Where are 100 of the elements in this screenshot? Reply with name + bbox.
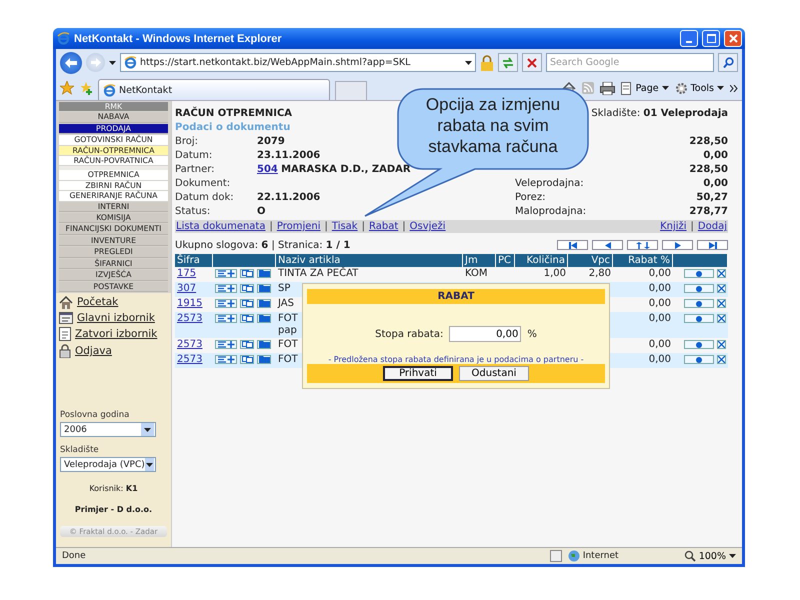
link-separator: | <box>269 221 273 232</box>
folder-button[interactable] <box>257 340 271 349</box>
action-link[interactable]: Dodaj <box>698 221 727 232</box>
folder-icon <box>258 300 270 307</box>
delete-button[interactable] <box>717 314 726 323</box>
action-link[interactable]: Lista dokumenata <box>176 221 266 232</box>
year-select[interactable]: 2006 <box>60 422 156 437</box>
select-row-button[interactable] <box>684 269 714 278</box>
folder-button[interactable] <box>257 314 271 323</box>
folder-button[interactable] <box>257 299 271 308</box>
field-value: 228,50 <box>689 136 728 146</box>
add-line-button[interactable] <box>215 355 237 364</box>
tools-menu[interactable]: Tools <box>674 82 724 94</box>
field-value: 50,27 <box>696 192 728 202</box>
address-field[interactable]: https://start.netkontakt.biz/WebAppMain.shtml?app=SKL <box>120 53 476 72</box>
star-icon[interactable] <box>60 81 74 95</box>
next-page-button[interactable] <box>662 240 693 250</box>
select-row-button[interactable] <box>684 299 714 308</box>
dot-icon <box>696 342 702 348</box>
page-menu[interactable]: Page <box>620 82 669 94</box>
back-button[interactable] <box>60 52 82 74</box>
folder-button[interactable] <box>257 355 271 364</box>
chevron-icon[interactable] <box>730 84 738 92</box>
action-link[interactable]: Knjiži <box>660 221 687 232</box>
delete-button[interactable] <box>717 299 726 308</box>
sidebar-link[interactable]: Zatvori izbornik <box>59 326 168 341</box>
select-row-button[interactable] <box>684 340 714 349</box>
sort-button[interactable] <box>627 240 658 250</box>
dot-icon <box>696 300 702 306</box>
dialog-button[interactable]: Prihvati <box>383 366 453 381</box>
add-line-button[interactable] <box>215 284 237 293</box>
delete-button[interactable] <box>717 284 726 293</box>
field-label: Stopa rabata: <box>375 328 444 340</box>
search-field[interactable]: Search Google <box>546 53 714 72</box>
dialog-button[interactable]: Odustani <box>459 366 529 381</box>
list-plus-icon <box>217 285 235 292</box>
select-row-button[interactable] <box>684 355 714 364</box>
select-row-button[interactable] <box>684 284 714 293</box>
add-favorite-icon[interactable] <box>79 81 93 95</box>
item-code-link[interactable]: 175 <box>177 268 196 280</box>
item-code-link[interactable]: 2573 <box>177 339 202 351</box>
copy-icon <box>242 315 252 322</box>
zoom-button[interactable]: 100% <box>684 550 736 562</box>
link-separator: | <box>402 221 406 232</box>
document-icon <box>59 326 71 341</box>
left-triangle-icon <box>602 242 612 248</box>
sidebar-link[interactable]: Početak <box>59 296 168 309</box>
table-cell-text: TINTA ZA PEČAT <box>277 267 360 281</box>
field-label: Skladište <box>60 445 100 455</box>
browser-tab[interactable]: NetKontakt <box>98 79 330 100</box>
minimize-button[interactable] <box>680 30 698 47</box>
select-row-button[interactable] <box>684 314 714 323</box>
warehouse-select[interactable]: Veleprodaja (VPC) <box>60 457 156 472</box>
add-line-button[interactable] <box>215 340 237 349</box>
printer-icon[interactable] <box>600 82 615 94</box>
sidebar-link[interactable]: Odjava <box>59 344 168 358</box>
copy-button[interactable] <box>240 355 254 364</box>
refresh-button[interactable] <box>498 53 518 72</box>
field-value: O <box>257 206 266 216</box>
search-icon <box>722 57 734 68</box>
stop-button[interactable] <box>522 53 542 72</box>
copy-button[interactable] <box>240 269 254 278</box>
copy-button[interactable] <box>240 284 254 293</box>
previous-page-button[interactable] <box>592 240 623 250</box>
item-code-link[interactable]: 1915 <box>177 298 202 310</box>
delete-button[interactable] <box>717 269 726 278</box>
action-link[interactable]: Promjeni <box>276 221 321 232</box>
discount-rate-field[interactable]: 0,00 <box>449 326 522 342</box>
column-header <box>673 254 728 267</box>
close-button[interactable] <box>724 30 742 47</box>
add-line-button[interactable] <box>215 314 237 323</box>
dot-icon <box>696 286 702 292</box>
unit-label: % <box>527 328 537 340</box>
back-arrow-icon <box>65 58 77 68</box>
caret-icon <box>146 462 153 466</box>
field-value: MARASKA D.D., ZADAR <box>281 164 411 174</box>
delete-button[interactable] <box>717 340 726 349</box>
field-label: Partner: <box>175 164 216 174</box>
folder-button[interactable] <box>257 284 271 293</box>
add-line-button[interactable] <box>215 269 237 278</box>
first-page-button[interactable] <box>557 240 588 250</box>
action-link[interactable]: Rabat <box>368 221 398 232</box>
search-button[interactable] <box>718 53 738 72</box>
field-value: 278,77 <box>689 206 728 216</box>
globe-icon <box>568 550 580 562</box>
last-page-button[interactable] <box>697 240 728 250</box>
folder-icon <box>258 356 270 363</box>
copy-button[interactable] <box>240 314 254 323</box>
folder-button[interactable] <box>257 269 271 278</box>
maximize-button[interactable] <box>702 30 720 47</box>
list-plus-icon <box>217 300 235 307</box>
action-link[interactable]: Tisak <box>332 221 358 232</box>
partner-link[interactable]: 504 <box>257 164 278 174</box>
copy-button[interactable] <box>240 299 254 308</box>
field-label: Broj: <box>175 136 200 146</box>
delete-button[interactable] <box>717 355 726 364</box>
copy-button[interactable] <box>240 340 254 349</box>
sidebar-link[interactable]: Glavni izbornik <box>59 312 168 324</box>
action-link[interactable]: Osvježi <box>410 221 446 232</box>
add-line-button[interactable] <box>215 299 237 308</box>
